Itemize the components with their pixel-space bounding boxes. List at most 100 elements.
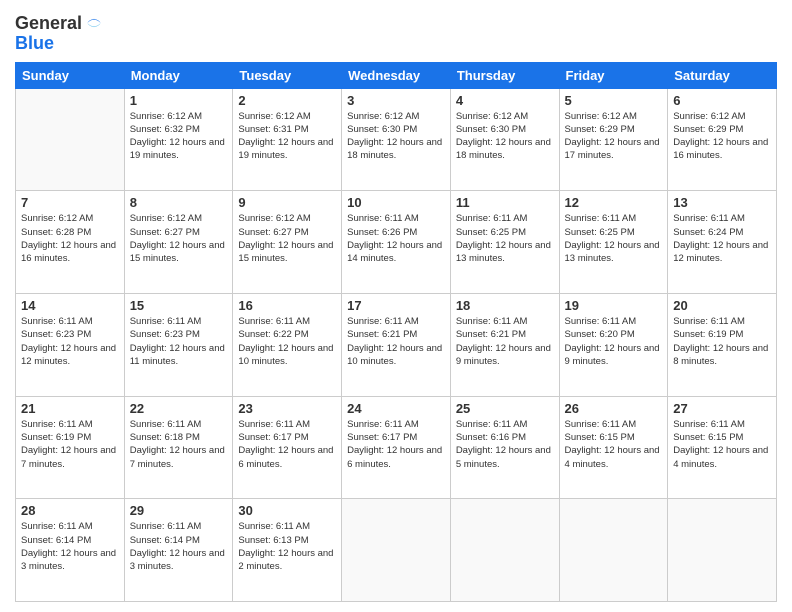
- calendar-cell: 29 Sunrise: 6:11 AM Sunset: 6:14 PM Dayl…: [124, 499, 233, 602]
- calendar-cell: 19 Sunrise: 6:11 AM Sunset: 6:20 PM Dayl…: [559, 293, 668, 396]
- day-number: 30: [238, 503, 336, 518]
- calendar-cell: [559, 499, 668, 602]
- calendar-week-row: 1 Sunrise: 6:12 AM Sunset: 6:32 PM Dayli…: [16, 88, 777, 191]
- calendar-cell: [668, 499, 777, 602]
- day-number: 1: [130, 93, 228, 108]
- day-info: Sunrise: 6:12 AM Sunset: 6:31 PM Dayligh…: [238, 110, 336, 163]
- day-number: 5: [565, 93, 663, 108]
- calendar-cell: 25 Sunrise: 6:11 AM Sunset: 6:16 PM Dayl…: [450, 396, 559, 499]
- day-number: 20: [673, 298, 771, 313]
- calendar-cell: 1 Sunrise: 6:12 AM Sunset: 6:32 PM Dayli…: [124, 88, 233, 191]
- day-info: Sunrise: 6:11 AM Sunset: 6:15 PM Dayligh…: [673, 418, 771, 471]
- calendar-cell: 26 Sunrise: 6:11 AM Sunset: 6:15 PM Dayl…: [559, 396, 668, 499]
- day-info: Sunrise: 6:11 AM Sunset: 6:14 PM Dayligh…: [130, 520, 228, 573]
- day-number: 10: [347, 195, 445, 210]
- calendar-cell: 17 Sunrise: 6:11 AM Sunset: 6:21 PM Dayl…: [342, 293, 451, 396]
- day-info: Sunrise: 6:11 AM Sunset: 6:25 PM Dayligh…: [565, 212, 663, 265]
- calendar-cell: 8 Sunrise: 6:12 AM Sunset: 6:27 PM Dayli…: [124, 191, 233, 294]
- calendar-cell: 2 Sunrise: 6:12 AM Sunset: 6:31 PM Dayli…: [233, 88, 342, 191]
- calendar-cell: 15 Sunrise: 6:11 AM Sunset: 6:23 PM Dayl…: [124, 293, 233, 396]
- calendar-cell: 24 Sunrise: 6:11 AM Sunset: 6:17 PM Dayl…: [342, 396, 451, 499]
- day-number: 6: [673, 93, 771, 108]
- day-info: Sunrise: 6:12 AM Sunset: 6:27 PM Dayligh…: [238, 212, 336, 265]
- weekday-header-thursday: Thursday: [450, 62, 559, 88]
- calendar-cell: 14 Sunrise: 6:11 AM Sunset: 6:23 PM Dayl…: [16, 293, 125, 396]
- calendar-cell: 13 Sunrise: 6:11 AM Sunset: 6:24 PM Dayl…: [668, 191, 777, 294]
- day-info: Sunrise: 6:12 AM Sunset: 6:32 PM Dayligh…: [130, 110, 228, 163]
- day-number: 16: [238, 298, 336, 313]
- calendar-cell: 20 Sunrise: 6:11 AM Sunset: 6:19 PM Dayl…: [668, 293, 777, 396]
- calendar-cell: [16, 88, 125, 191]
- day-number: 23: [238, 401, 336, 416]
- day-number: 4: [456, 93, 554, 108]
- calendar-cell: 10 Sunrise: 6:11 AM Sunset: 6:26 PM Dayl…: [342, 191, 451, 294]
- day-number: 12: [565, 195, 663, 210]
- day-number: 3: [347, 93, 445, 108]
- calendar-cell: 3 Sunrise: 6:12 AM Sunset: 6:30 PM Dayli…: [342, 88, 451, 191]
- day-info: Sunrise: 6:11 AM Sunset: 6:15 PM Dayligh…: [565, 418, 663, 471]
- day-number: 27: [673, 401, 771, 416]
- calendar: SundayMondayTuesdayWednesdayThursdayFrid…: [15, 62, 777, 602]
- day-number: 14: [21, 298, 119, 313]
- calendar-cell: 11 Sunrise: 6:11 AM Sunset: 6:25 PM Dayl…: [450, 191, 559, 294]
- weekday-header-row: SundayMondayTuesdayWednesdayThursdayFrid…: [16, 62, 777, 88]
- day-info: Sunrise: 6:11 AM Sunset: 6:26 PM Dayligh…: [347, 212, 445, 265]
- day-number: 22: [130, 401, 228, 416]
- day-info: Sunrise: 6:11 AM Sunset: 6:21 PM Dayligh…: [347, 315, 445, 368]
- day-number: 2: [238, 93, 336, 108]
- calendar-cell: [342, 499, 451, 602]
- day-info: Sunrise: 6:12 AM Sunset: 6:30 PM Dayligh…: [456, 110, 554, 163]
- day-number: 8: [130, 195, 228, 210]
- day-info: Sunrise: 6:11 AM Sunset: 6:24 PM Dayligh…: [673, 212, 771, 265]
- day-number: 28: [21, 503, 119, 518]
- calendar-cell: 6 Sunrise: 6:12 AM Sunset: 6:29 PM Dayli…: [668, 88, 777, 191]
- day-info: Sunrise: 6:11 AM Sunset: 6:17 PM Dayligh…: [238, 418, 336, 471]
- calendar-week-row: 14 Sunrise: 6:11 AM Sunset: 6:23 PM Dayl…: [16, 293, 777, 396]
- calendar-cell: 27 Sunrise: 6:11 AM Sunset: 6:15 PM Dayl…: [668, 396, 777, 499]
- header: General Blue: [15, 10, 777, 54]
- calendar-cell: 16 Sunrise: 6:11 AM Sunset: 6:22 PM Dayl…: [233, 293, 342, 396]
- calendar-cell: 22 Sunrise: 6:11 AM Sunset: 6:18 PM Dayl…: [124, 396, 233, 499]
- calendar-cell: 30 Sunrise: 6:11 AM Sunset: 6:13 PM Dayl…: [233, 499, 342, 602]
- calendar-week-row: 21 Sunrise: 6:11 AM Sunset: 6:19 PM Dayl…: [16, 396, 777, 499]
- day-info: Sunrise: 6:12 AM Sunset: 6:27 PM Dayligh…: [130, 212, 228, 265]
- calendar-cell: 18 Sunrise: 6:11 AM Sunset: 6:21 PM Dayl…: [450, 293, 559, 396]
- calendar-cell: 7 Sunrise: 6:12 AM Sunset: 6:28 PM Dayli…: [16, 191, 125, 294]
- day-number: 13: [673, 195, 771, 210]
- day-number: 19: [565, 298, 663, 313]
- weekday-header-monday: Monday: [124, 62, 233, 88]
- calendar-cell: 12 Sunrise: 6:11 AM Sunset: 6:25 PM Dayl…: [559, 191, 668, 294]
- day-info: Sunrise: 6:12 AM Sunset: 6:29 PM Dayligh…: [565, 110, 663, 163]
- calendar-cell: 5 Sunrise: 6:12 AM Sunset: 6:29 PM Dayli…: [559, 88, 668, 191]
- logo-text-blue: Blue: [15, 34, 54, 54]
- day-info: Sunrise: 6:11 AM Sunset: 6:13 PM Dayligh…: [238, 520, 336, 573]
- day-info: Sunrise: 6:11 AM Sunset: 6:17 PM Dayligh…: [347, 418, 445, 471]
- calendar-cell: 28 Sunrise: 6:11 AM Sunset: 6:14 PM Dayl…: [16, 499, 125, 602]
- day-number: 15: [130, 298, 228, 313]
- day-number: 21: [21, 401, 119, 416]
- weekday-header-sunday: Sunday: [16, 62, 125, 88]
- day-number: 18: [456, 298, 554, 313]
- day-info: Sunrise: 6:12 AM Sunset: 6:30 PM Dayligh…: [347, 110, 445, 163]
- day-number: 7: [21, 195, 119, 210]
- weekday-header-saturday: Saturday: [668, 62, 777, 88]
- logo-icon: [84, 13, 104, 33]
- day-number: 29: [130, 503, 228, 518]
- calendar-cell: [450, 499, 559, 602]
- day-info: Sunrise: 6:11 AM Sunset: 6:25 PM Dayligh…: [456, 212, 554, 265]
- day-number: 24: [347, 401, 445, 416]
- day-info: Sunrise: 6:11 AM Sunset: 6:23 PM Dayligh…: [21, 315, 119, 368]
- calendar-week-row: 28 Sunrise: 6:11 AM Sunset: 6:14 PM Dayl…: [16, 499, 777, 602]
- day-info: Sunrise: 6:11 AM Sunset: 6:23 PM Dayligh…: [130, 315, 228, 368]
- page: General Blue SundayMondayTuesdayWednesda…: [0, 0, 792, 612]
- day-number: 26: [565, 401, 663, 416]
- day-info: Sunrise: 6:12 AM Sunset: 6:28 PM Dayligh…: [21, 212, 119, 265]
- calendar-cell: 9 Sunrise: 6:12 AM Sunset: 6:27 PM Dayli…: [233, 191, 342, 294]
- day-info: Sunrise: 6:11 AM Sunset: 6:19 PM Dayligh…: [673, 315, 771, 368]
- day-info: Sunrise: 6:11 AM Sunset: 6:16 PM Dayligh…: [456, 418, 554, 471]
- day-number: 11: [456, 195, 554, 210]
- logo-text-general: General: [15, 14, 82, 34]
- day-info: Sunrise: 6:12 AM Sunset: 6:29 PM Dayligh…: [673, 110, 771, 163]
- day-info: Sunrise: 6:11 AM Sunset: 6:14 PM Dayligh…: [21, 520, 119, 573]
- calendar-cell: 21 Sunrise: 6:11 AM Sunset: 6:19 PM Dayl…: [16, 396, 125, 499]
